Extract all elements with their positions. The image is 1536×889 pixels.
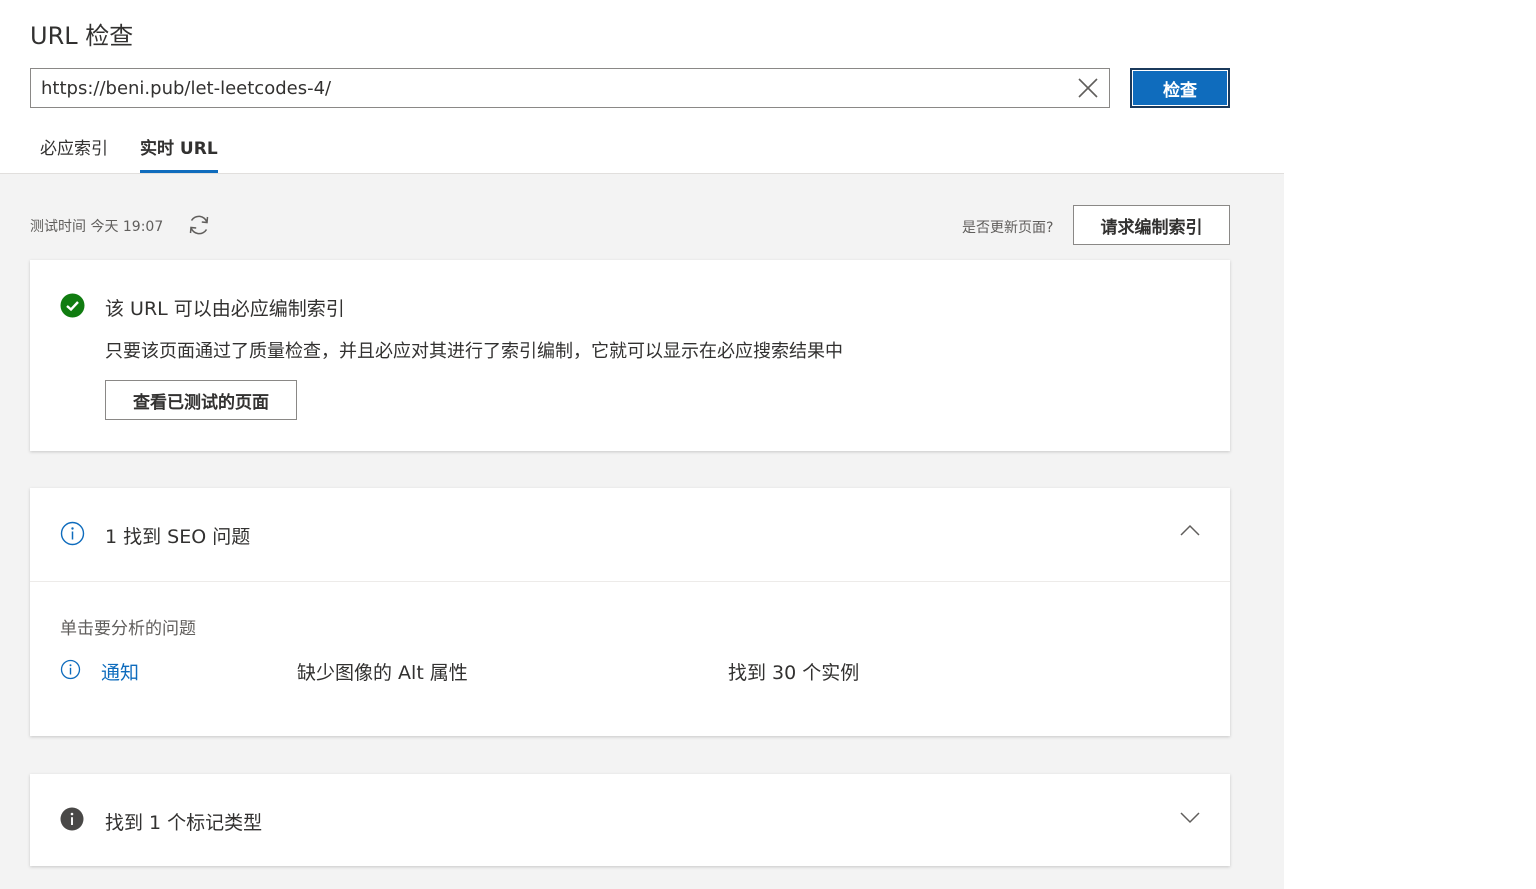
url-input[interactable] — [31, 69, 1061, 107]
page-title: URL 检查 — [30, 22, 134, 50]
close-icon[interactable] — [1075, 75, 1101, 101]
content-area: 测试时间 今天 19:07 是否更新页面? 请求编制索引 该 URL 可以由必应… — [0, 173, 1284, 889]
refresh-icon[interactable] — [186, 212, 212, 238]
seo-issues-title: 1 找到 SEO 问题 — [105, 526, 251, 548]
issue-count: 找到 30 个实例 — [728, 662, 860, 684]
test-time-label: 测试时间 今天 19:07 — [30, 219, 164, 235]
click-hint: 单击要分析的问题 — [60, 619, 196, 639]
url-input-box[interactable] — [30, 68, 1110, 108]
info-circle-icon — [60, 521, 85, 546]
markup-card[interactable]: 找到 1 个标记类型 — [30, 774, 1230, 866]
inspect-button[interactable]: 检查 — [1130, 68, 1230, 108]
update-question: 是否更新页面? — [962, 220, 1054, 236]
check-circle-icon — [60, 293, 85, 318]
index-status-title: 该 URL 可以由必应编制索引 — [105, 298, 345, 320]
issue-row[interactable]: 通知 缺少图像的 Alt 属性 找到 30 个实例 — [30, 654, 1230, 684]
tab-live-url[interactable]: 实时 URL — [140, 134, 218, 173]
index-status-description: 只要该页面通过了质量检查，并且必应对其进行了索引编制，它就可以显示在必应搜索结果… — [105, 341, 843, 362]
chevron-down-icon[interactable] — [1178, 805, 1202, 829]
info-circle-icon — [60, 659, 81, 680]
request-index-button[interactable]: 请求编制索引 — [1073, 205, 1230, 245]
view-tested-page-button[interactable]: 查看已测试的页面 — [105, 380, 297, 420]
card-divider — [30, 581, 1230, 582]
markup-card-title: 找到 1 个标记类型 — [105, 812, 263, 834]
info-filled-icon — [60, 807, 84, 831]
issue-description: 缺少图像的 Alt 属性 — [297, 662, 468, 684]
tab-bing-index[interactable]: 必应索引 — [40, 134, 108, 173]
chevron-up-icon[interactable] — [1178, 519, 1202, 543]
index-status-card: 该 URL 可以由必应编制索引 只要该页面通过了质量检查，并且必应对其进行了索引… — [30, 260, 1230, 451]
seo-issues-card: 1 找到 SEO 问题 单击要分析的问题 通知 缺少图像的 Alt 属性 找到 … — [30, 488, 1230, 736]
issue-severity-link[interactable]: 通知 — [101, 658, 139, 685]
